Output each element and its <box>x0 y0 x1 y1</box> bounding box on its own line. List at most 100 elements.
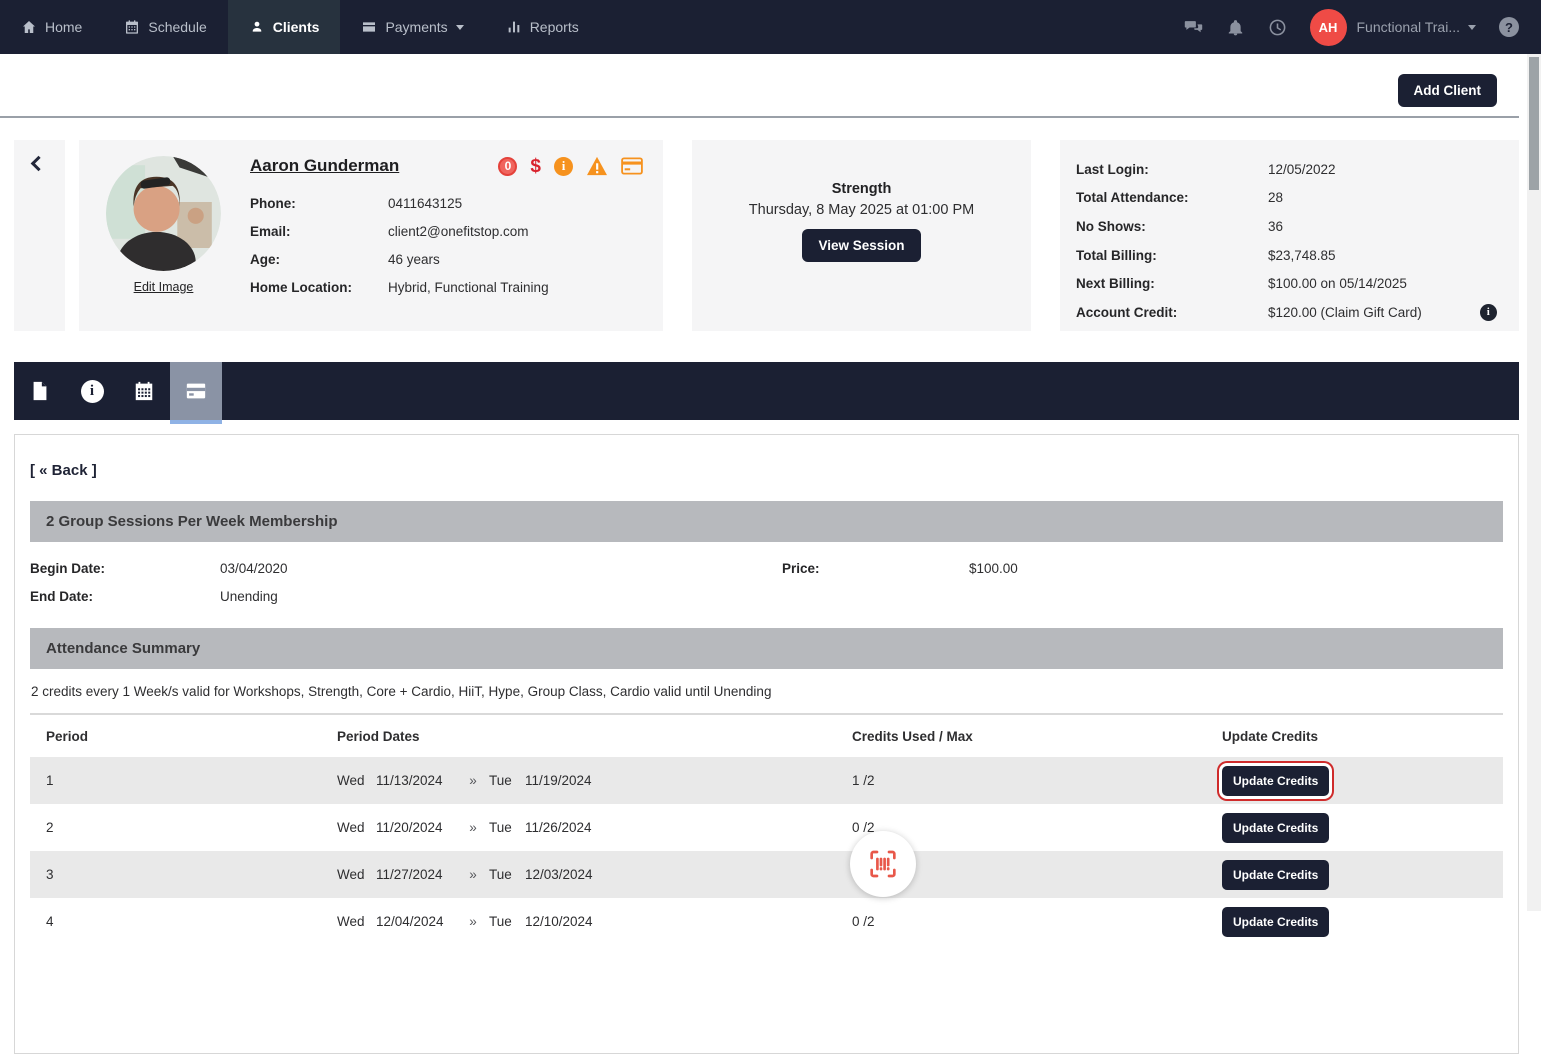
price-label: Price: <box>782 561 969 576</box>
client-photo <box>106 156 221 271</box>
end-date-value: Unending <box>220 589 782 604</box>
period-number: 2 <box>30 820 337 835</box>
period-number: 4 <box>30 914 337 929</box>
membership-panel: [ « Back ] 2 Group Sessions Per Week Mem… <box>14 434 1519 1054</box>
stat-value: 28 <box>1268 190 1283 205</box>
stat-value: $23,748.85 <box>1268 248 1336 263</box>
field-value: client2@onefitstop.com <box>388 224 529 239</box>
stat-row: No Shows: 36 <box>1076 212 1519 241</box>
dollar-icon[interactable]: $ <box>530 157 541 176</box>
client-nav-strip <box>14 140 65 331</box>
stat-value: 36 <box>1268 219 1283 234</box>
top-navbar: Home Schedule Clients Payments Reports A… <box>0 0 1541 54</box>
info-icon[interactable]: i <box>554 157 573 176</box>
view-session-button[interactable]: View Session <box>802 229 920 262</box>
table-header-row: Period Period Dates Credits Used / Max U… <box>30 715 1503 757</box>
tab-info[interactable]: i <box>66 362 118 420</box>
update-credits-button[interactable]: Update Credits <box>1222 860 1329 890</box>
attendance-period-table: Period Period Dates Credits Used / Max U… <box>30 713 1503 945</box>
col-header-update: Update Credits <box>1222 729 1503 744</box>
start-date: 11/20/2024 <box>376 820 457 835</box>
session-datetime: Thursday, 8 May 2025 at 01:00 PM <box>692 202 1031 218</box>
clock-icon[interactable] <box>1268 18 1287 37</box>
nav-item-home[interactable]: Home <box>0 0 103 54</box>
stat-label: Total Billing: <box>1076 248 1268 263</box>
update-credits-button[interactable]: Update Credits <box>1222 766 1329 796</box>
period-dates: Wed 11/20/2024 » Tue 11/26/2024 <box>337 820 852 835</box>
end-date: 11/26/2024 <box>525 820 606 835</box>
membership-card-icon <box>185 380 207 402</box>
add-client-button[interactable]: Add Client <box>1398 74 1498 107</box>
begin-date-value: 03/04/2020 <box>220 561 782 576</box>
back-link[interactable]: [ « Back ] <box>30 462 97 479</box>
table-row: 1 Wed 11/13/2024 » Tue 11/19/2024 1 /2 U… <box>30 757 1503 804</box>
vertical-scrollbar[interactable] <box>1527 54 1541 911</box>
period-dates: Wed 11/13/2024 » Tue 11/19/2024 <box>337 773 852 788</box>
stat-label: Last Login: <box>1076 162 1268 177</box>
update-credits-button[interactable]: Update Credits <box>1222 907 1329 937</box>
warning-icon[interactable] <box>586 156 608 176</box>
start-day: Wed <box>337 820 376 835</box>
end-day: Tue <box>489 820 525 835</box>
field-label: Age: <box>250 252 388 267</box>
org-name-label: Functional Trai... <box>1357 19 1461 35</box>
stat-row: Next Billing: $100.00 on 05/14/2025 <box>1076 269 1519 298</box>
stat-value: $100.00 on 05/14/2025 <box>1268 276 1407 291</box>
account-menu[interactable]: AH Functional Trai... <box>1310 9 1477 46</box>
document-icon <box>29 380 51 402</box>
client-name-link[interactable]: Aaron Gunderman <box>250 156 399 176</box>
date-separator: » <box>457 820 489 835</box>
bar-chart-icon <box>506 19 522 35</box>
page-header: Add Client <box>0 54 1519 118</box>
scrollbar-thumb[interactable] <box>1529 57 1539 190</box>
payment-card-icon[interactable] <box>621 157 643 175</box>
period-dates: Wed 11/27/2024 » Tue 12/03/2024 <box>337 867 852 882</box>
attendance-summary-title: Attendance Summary <box>46 640 200 657</box>
chevron-down-icon <box>1468 25 1476 30</box>
tab-notes[interactable] <box>14 362 66 420</box>
stat-value: $120.00 (Claim Gift Card) <box>1268 305 1422 320</box>
card-icon <box>361 19 377 35</box>
nav-item-label: Clients <box>273 19 320 35</box>
help-icon[interactable]: ? <box>1499 17 1519 37</box>
stat-label: Total Attendance: <box>1076 190 1268 205</box>
stat-row: Last Login: 12/05/2022 <box>1076 155 1519 184</box>
account-credit-info-icon[interactable]: i <box>1480 304 1497 321</box>
end-day: Tue <box>489 773 525 788</box>
period-number: 3 <box>30 867 337 882</box>
price-value: $100.00 <box>969 561 1503 576</box>
edit-image-link[interactable]: Edit Image <box>134 280 194 294</box>
tab-memberships[interactable] <box>170 362 222 420</box>
end-date: 11/19/2024 <box>525 773 606 788</box>
nav-item-schedule[interactable]: Schedule <box>103 0 227 54</box>
field-label: Phone: <box>250 196 388 211</box>
field-label: Email: <box>250 224 388 239</box>
nav-item-reports[interactable]: Reports <box>485 0 600 54</box>
nav-item-clients[interactable]: Clients <box>228 0 341 54</box>
stat-row: Total Billing: $23,748.85 <box>1076 241 1519 270</box>
nav-item-payments[interactable]: Payments <box>340 0 484 54</box>
barcode-scan-icon <box>867 848 899 880</box>
bell-icon[interactable] <box>1226 18 1245 37</box>
stat-row: Account Credit: $120.00 (Claim Gift Card… <box>1076 298 1519 327</box>
credits-used: 0 /2 <box>852 820 1222 835</box>
nav-item-label: Schedule <box>148 19 206 35</box>
chat-icon[interactable] <box>1184 18 1203 37</box>
avatar[interactable]: AH <box>1310 9 1347 46</box>
nav-item-label: Reports <box>530 19 579 35</box>
stat-label: Account Credit: <box>1076 305 1268 320</box>
client-field-row: Home Location: Hybrid, Functional Traini… <box>250 273 643 301</box>
update-credits-button[interactable]: Update Credits <box>1222 813 1329 843</box>
tab-schedule[interactable] <box>118 362 170 420</box>
start-day: Wed <box>337 867 376 882</box>
calendar-icon <box>133 380 155 402</box>
barcode-scan-button[interactable] <box>850 831 916 897</box>
credits-note: 2 credits every 1 Week/s valid for Works… <box>31 684 1503 699</box>
client-field-row: Email: client2@onefitstop.com <box>250 217 643 245</box>
home-icon <box>21 19 37 35</box>
col-header-period: Period <box>30 729 337 744</box>
zero-balance-icon[interactable]: 0 <box>498 157 517 176</box>
start-date: 12/04/2024 <box>376 914 457 929</box>
field-label: Home Location: <box>250 280 388 295</box>
previous-client-chevron-icon[interactable] <box>31 156 47 172</box>
